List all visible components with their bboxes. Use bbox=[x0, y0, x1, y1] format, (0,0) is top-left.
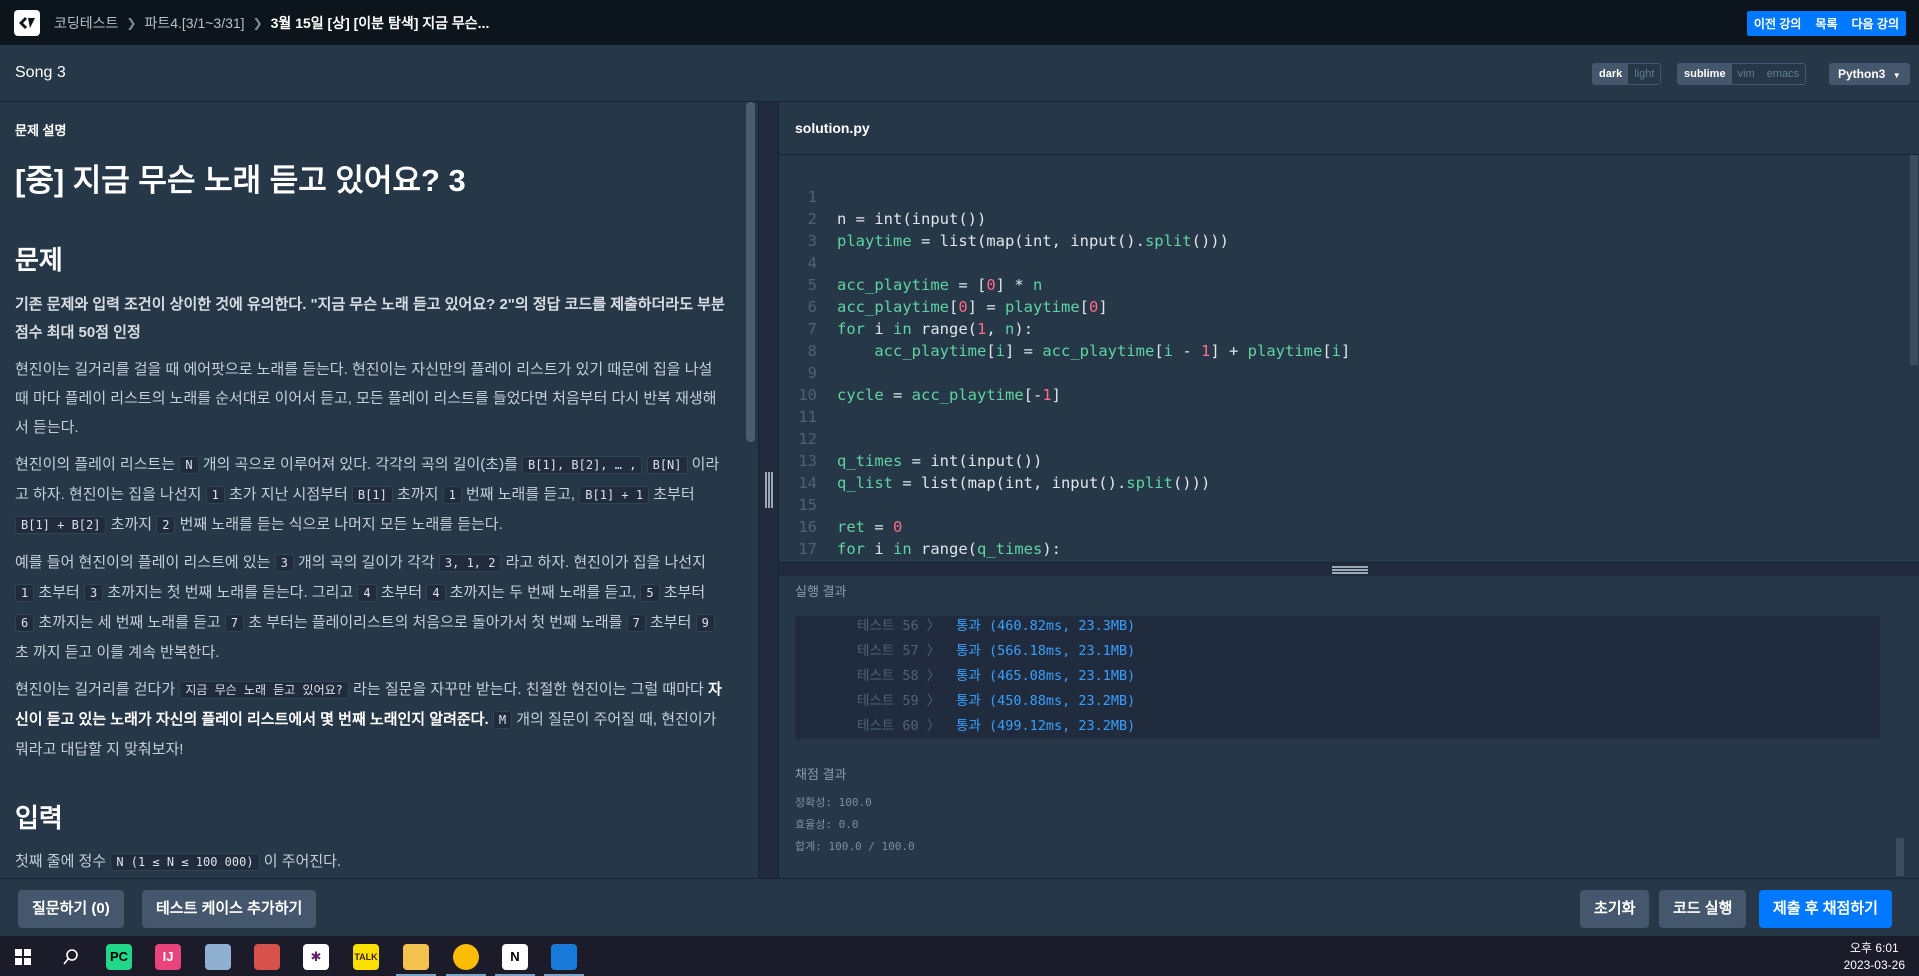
app-icon[interactable] bbox=[205, 944, 231, 970]
intellij-icon[interactable]: IJ bbox=[155, 944, 181, 970]
problem-paragraph-2: 현진이의 플레이 리스트는 N 개의 곡으로 이루어져 있다. 각각의 곡의 길… bbox=[15, 456, 720, 534]
theme-toggle: dark light bbox=[1592, 63, 1662, 85]
score-summary: 채점 결과 정확성: 100.0 효율성: 0.0 합계: 100.0 / 10… bbox=[795, 764, 915, 858]
prev-lesson-button[interactable]: 이전 강의 bbox=[1747, 11, 1809, 36]
editor-tab-bar: solution.py bbox=[779, 102, 1919, 155]
programmers-logo-icon[interactable] bbox=[14, 9, 40, 36]
action-bar: 질문하기 (0) 테스트 케이스 추가하기 초기화 코드 실행 제출 후 채점하… bbox=[0, 878, 1919, 936]
breadcrumb: 코딩테스트 ❯ 파트4.[3/1~3/31] ❯ 3월 15일 [상] [이분 … bbox=[54, 13, 489, 33]
pycharm-icon[interactable]: PC bbox=[106, 944, 132, 970]
horizontal-resize-handle[interactable] bbox=[779, 562, 1919, 576]
keymap-vim-button[interactable]: vim bbox=[1731, 64, 1761, 84]
efficiency-score: 효율성: 0.0 bbox=[795, 818, 859, 831]
slack-icon[interactable]: ✱ bbox=[303, 944, 329, 970]
score-title: 채점 결과 bbox=[795, 767, 847, 782]
problem-description-panel[interactable]: 문제 설명 [중] 지금 무슨 노래 듣고 있어요? 3 문제 기존 문제와 입… bbox=[0, 102, 758, 878]
language-label: Python3 bbox=[1838, 67, 1886, 81]
section-label: 문제 설명 bbox=[15, 123, 67, 138]
heading-input: 입력 bbox=[15, 803, 63, 833]
problem-title: [중] 지금 무슨 노래 듣고 있어요? 3 bbox=[15, 163, 466, 198]
kakaotalk-icon[interactable]: TALK bbox=[353, 944, 379, 970]
clock-date: 2023-03-26 bbox=[1843, 958, 1905, 972]
problem-paragraph-1: 현진이는 길거리를 걸을 때 에어팟으로 노래를 듣는다. 현진이는 자신만의 … bbox=[15, 361, 717, 436]
lesson-nav-group: 이전 강의 목록 다음 강의 bbox=[1746, 11, 1907, 36]
theme-dark-button[interactable]: dark bbox=[1593, 64, 1629, 84]
heading-problem: 문제 bbox=[15, 245, 63, 275]
total-score: 합계: 100.0 / 100.0 bbox=[795, 840, 915, 853]
file-explorer-icon[interactable] bbox=[403, 944, 429, 970]
run-code-button[interactable]: 코드 실행 bbox=[1659, 890, 1747, 928]
app-icon[interactable] bbox=[254, 944, 280, 970]
list-button[interactable]: 목록 bbox=[1808, 11, 1844, 36]
input-paragraph: 첫째 줄에 정수 N (1 ≤ N ≤ 100 000) 이 주어진다. bbox=[15, 853, 342, 871]
app-icon[interactable] bbox=[551, 944, 577, 970]
vertical-resize-handle[interactable] bbox=[758, 102, 779, 878]
system-clock[interactable]: 오후 6:01 2023-03-26 bbox=[1844, 940, 1905, 974]
problem-name: Song 3 bbox=[15, 64, 66, 81]
caret-down-icon: ▼ bbox=[1892, 71, 1901, 80]
os-taskbar: PC IJ ✱ TALK N 오후 6:01 2023-03-26 bbox=[0, 936, 1919, 976]
chrome-icon[interactable] bbox=[453, 944, 479, 970]
result-panel: 실행 결과 테스트 56 〉 통과 (460.82ms, 23.3MB) 테스트 … bbox=[779, 576, 1919, 878]
keymap-toggle: sublime vim emacs bbox=[1677, 63, 1807, 85]
drag-grip-icon bbox=[1332, 566, 1368, 574]
add-testcase-button[interactable]: 테스트 케이스 추가하기 bbox=[142, 890, 317, 928]
clock-time: 오후 6:01 bbox=[1849, 941, 1899, 955]
drag-grip-icon bbox=[765, 472, 773, 508]
notion-icon[interactable]: N bbox=[502, 944, 528, 970]
breadcrumb-item-current: 3월 15일 [상] [이분 탐색] 지금 무슨... bbox=[270, 14, 490, 31]
ask-question-button[interactable]: 질문하기 (0) bbox=[18, 890, 124, 928]
submit-button[interactable]: 제출 후 채점하기 bbox=[1759, 890, 1892, 928]
breadcrumb-item-coding-test[interactable]: 코딩테스트 bbox=[54, 13, 118, 33]
result-title: 실행 결과 bbox=[795, 584, 847, 599]
windows-start-icon[interactable] bbox=[10, 944, 36, 970]
problem-paragraph-3: 예를 들어 현진이의 플레이 리스트에 있는 3 개의 곡의 길이가 각각 3,… bbox=[15, 548, 725, 667]
keymap-sublime-button[interactable]: sublime bbox=[1678, 64, 1732, 84]
next-lesson-button[interactable]: 다음 강의 bbox=[1845, 11, 1907, 36]
test-results-list[interactable]: 테스트 56 〉 통과 (460.82ms, 23.3MB) 테스트 57 〉 통과… bbox=[795, 616, 1880, 739]
result-scrollbar[interactable] bbox=[1896, 838, 1904, 876]
editor-filename: solution.py bbox=[795, 120, 870, 136]
keymap-emacs-button[interactable]: emacs bbox=[1760, 64, 1806, 84]
top-navbar: 코딩테스트 ❯ 파트4.[3/1~3/31] ❯ 3월 15일 [상] [이분 … bbox=[0, 0, 1919, 45]
breadcrumb-item-part[interactable]: 파트4.[3/1~3/31] bbox=[144, 13, 244, 33]
reset-button[interactable]: 초기화 bbox=[1580, 890, 1650, 928]
language-select[interactable]: Python3 ▼ bbox=[1829, 63, 1910, 85]
problem-paragraph-4: 현진이는 길거리를 걷다가 지금 무슨 노래 듣고 있어요? 라는 질문을 자꾸… bbox=[15, 681, 722, 758]
chevron-right-icon: ❯ bbox=[126, 15, 137, 30]
problem-scrollbar[interactable] bbox=[746, 102, 755, 442]
theme-light-button[interactable]: light bbox=[1628, 64, 1661, 84]
accuracy-score: 정확성: 100.0 bbox=[795, 796, 872, 809]
search-icon[interactable] bbox=[58, 944, 84, 970]
code-editor[interactable]: 1 2n = int(input()) 3 playtime = list(map… bbox=[779, 155, 1919, 562]
chevron-right-icon: ❯ bbox=[252, 15, 263, 30]
editor-scrollbar[interactable] bbox=[1910, 155, 1918, 365]
problem-note: 기존 문제와 입력 조건이 상이한 것에 유의한다. "지금 무슨 노래 듣고 … bbox=[15, 296, 725, 341]
